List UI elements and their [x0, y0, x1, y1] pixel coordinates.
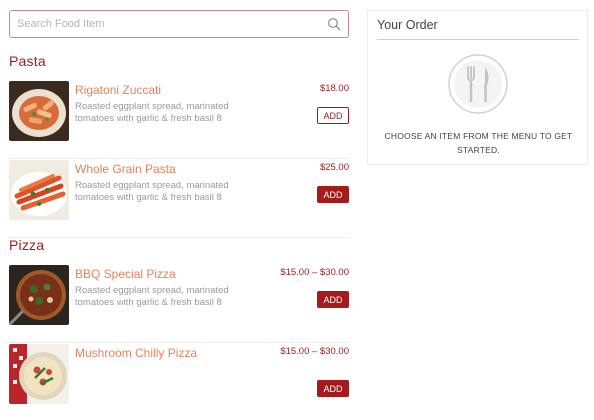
- bbq-pizza-image: [9, 265, 69, 325]
- mushroom-pizza-image: [9, 344, 69, 404]
- whole-grain-pasta-image: [9, 160, 69, 220]
- item-name[interactable]: Mushroom Chilly Pizza: [75, 346, 197, 360]
- section-title-pizza: Pizza: [9, 237, 45, 253]
- menu-item: BBQ Special Pizza Roasted eggplant sprea…: [9, 265, 349, 343]
- search-icon[interactable]: [327, 17, 341, 31]
- order-title: Your Order: [377, 18, 438, 32]
- section-title-pasta: Pasta: [9, 53, 46, 69]
- menu-item: Rigatoni Zuccati Roasted eggplant spread…: [9, 81, 349, 159]
- rigatoni-image: [9, 81, 69, 141]
- item-name[interactable]: Rigatoni Zuccati: [75, 83, 161, 97]
- order-divider: [377, 39, 579, 40]
- order-panel: Your Order CHOOSE AN ITEM FROM THE MENU …: [367, 10, 588, 165]
- menu-item: Mushroom Chilly Pizza $15.00 – $30.00 AD…: [9, 344, 349, 420]
- item-description: Roasted eggplant spread, marinated tomat…: [75, 180, 229, 203]
- add-button[interactable]: ADD: [317, 291, 349, 308]
- add-button[interactable]: ADD: [317, 186, 349, 203]
- item-price: $18.00: [319, 83, 349, 94]
- fork-knife-icon: [448, 54, 508, 114]
- add-button[interactable]: ADD: [317, 380, 349, 397]
- search-box[interactable]: [9, 10, 349, 38]
- menu-column: Pasta Rigatoni Zuccati Roasted eggplant …: [9, 10, 349, 404]
- item-price: $15.00 – $30.00: [280, 346, 349, 357]
- item-description: Roasted eggplant spread, marinated tomat…: [75, 101, 229, 124]
- item-price: $15.00 – $30.00: [280, 267, 349, 278]
- menu-item: Whole Grain Pasta Roasted eggplant sprea…: [9, 160, 349, 238]
- search-input[interactable]: [10, 11, 348, 37]
- item-description: Roasted eggplant spread, marinated tomat…: [75, 285, 229, 308]
- item-price: $25.00: [319, 162, 349, 173]
- add-button[interactable]: ADD: [317, 107, 349, 124]
- item-name[interactable]: Whole Grain Pasta: [75, 162, 176, 176]
- order-empty-message: CHOOSE AN ITEM FROM THE MENU TO GET STAR…: [384, 131, 573, 155]
- item-name[interactable]: BBQ Special Pizza: [75, 267, 176, 281]
